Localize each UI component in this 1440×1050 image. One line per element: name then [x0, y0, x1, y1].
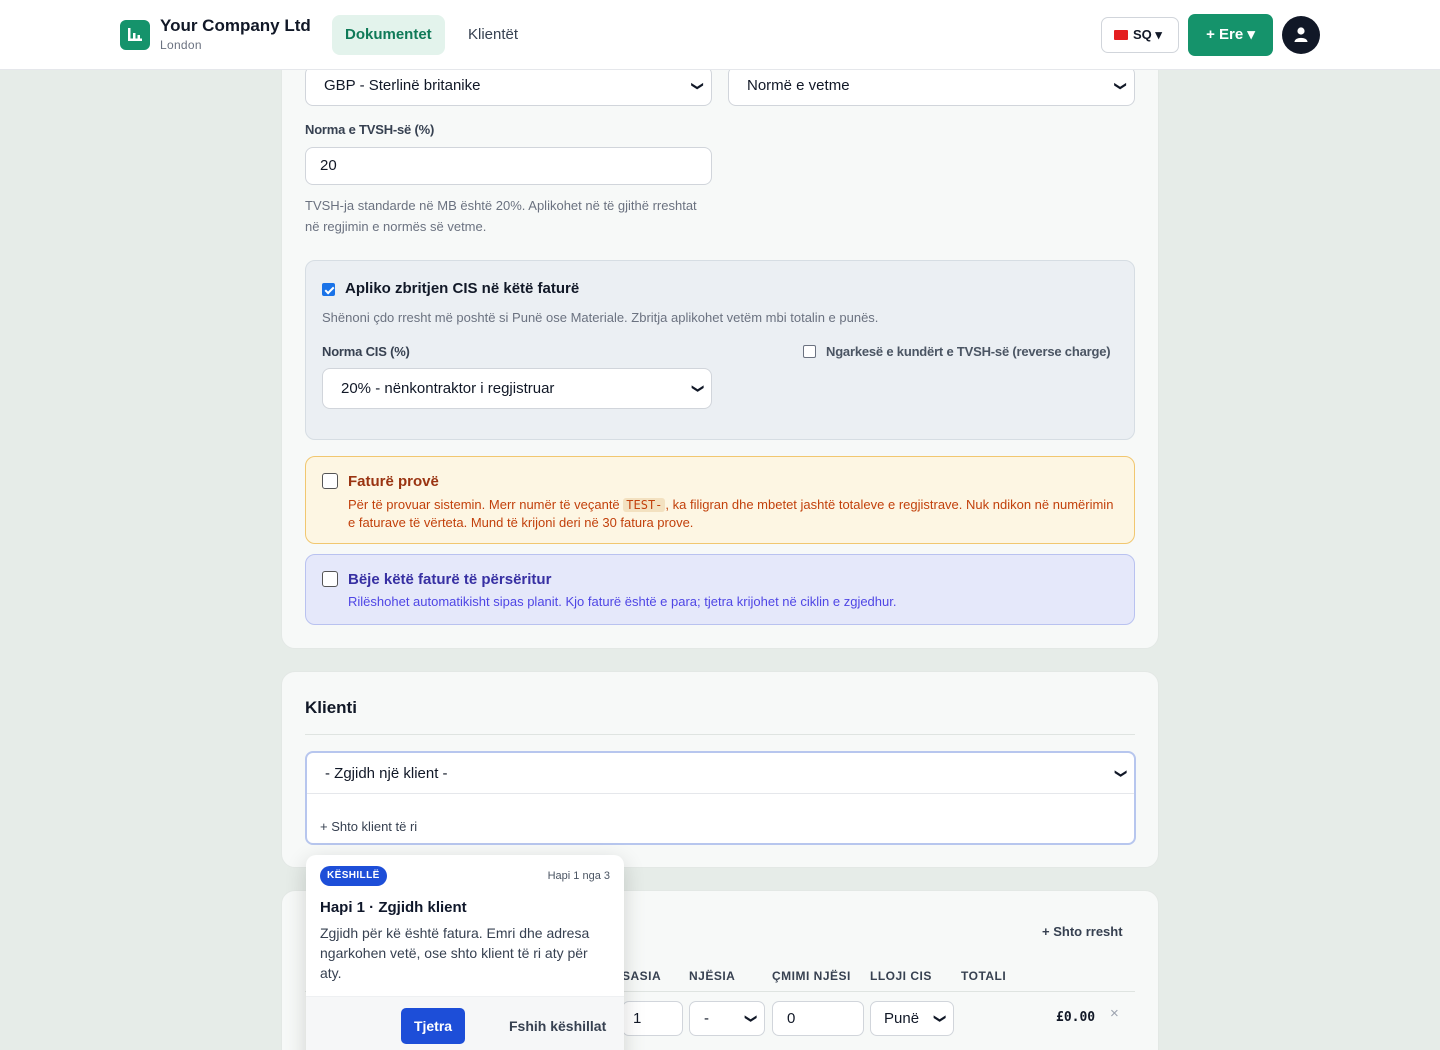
column-unit-price: ÇMIMI NJËSI [772, 969, 851, 983]
cis-title: Apliko zbritjen CIS në këtë faturë [345, 280, 580, 297]
test-invoice-title: Faturë provë [348, 473, 439, 490]
reverse-charge-checkbox[interactable] [803, 345, 816, 358]
cis-type-select[interactable]: Punë ❯ [870, 1001, 954, 1036]
column-quantity: SASIA [622, 969, 662, 983]
reverse-charge-label: Ngarkesë e kundërt e TVSH-së (reverse ch… [826, 344, 1111, 359]
client-select[interactable]: - Zgjidh një klient - ❯ [307, 753, 1134, 794]
new-document-button[interactable]: + Ere ▾ [1188, 14, 1273, 56]
vat-mode-value: Normë e vetme [747, 77, 850, 94]
test-prefix-code: TEST- [623, 498, 666, 512]
test-invoice-checkbox[interactable] [322, 473, 338, 489]
chevron-down-icon: ❯ [690, 80, 705, 92]
currency-select[interactable]: GBP - Sterlinë britanike ❯ [305, 66, 712, 106]
top-bar: Your Company Ltd London Dokumentet Klien… [0, 0, 1440, 70]
cis-checkbox[interactable] [322, 283, 335, 296]
client-section-title: Klienti [305, 698, 357, 717]
recurring-section [305, 554, 1135, 625]
vat-hint-line2: në regjimin e normës së vetme. [305, 219, 487, 234]
company-name: Your Company Ltd [160, 16, 311, 35]
chevron-down-icon: ❯ [1113, 80, 1128, 92]
column-total: TOTALI [961, 969, 1007, 983]
tip-badge: KËSHILLË [320, 866, 387, 886]
nav-tab-documents[interactable]: Dokumentet [332, 15, 445, 55]
recurring-description: Rilëshohet automatikisht sipas planit. K… [348, 594, 897, 609]
onboarding-tooltip: KËSHILLË Hapi 1 nga 3 Hapi 1 · Zgjidh kl… [306, 855, 624, 1050]
cis-rate-label: Norma CIS (%) [322, 344, 410, 359]
tip-next-button[interactable]: Tjetra [401, 1008, 465, 1044]
albania-flag-icon [1114, 30, 1128, 40]
language-label: SQ ▾ [1133, 27, 1162, 42]
vat-hint: TVSH-ja standarde në MB është 20%. Aplik… [305, 195, 697, 237]
cis-type-value: Punë [884, 1010, 920, 1027]
recurring-checkbox[interactable] [322, 571, 338, 587]
company-city: London [160, 38, 202, 52]
vat-rate-label: Norma e TVSH-së (%) [305, 122, 435, 137]
cis-rate-select[interactable]: 20% - nënkontraktor i regjistruar ❯ [322, 368, 712, 409]
column-cis-type: LLOJI CIS [870, 969, 932, 983]
unit-value: - [704, 1010, 709, 1027]
client-divider [305, 734, 1135, 735]
vat-rate-input[interactable]: 20 [305, 147, 712, 185]
column-unit: NJËSIA [689, 969, 736, 983]
tip-footer: Tjetra Fshih këshillat [306, 996, 624, 1050]
user-avatar[interactable] [1282, 16, 1320, 54]
unit-select[interactable]: - ❯ [689, 1001, 765, 1036]
vat-hint-line1: TVSH-ja standarde në MB është 20%. Aplik… [305, 198, 697, 213]
cis-hint: Shënoni çdo rresht më poshtë si Punë ose… [322, 310, 879, 325]
add-client-link[interactable]: + Shto klient të ri [320, 819, 417, 834]
tip-body: Zgjidh për kë është fatura. Emri dhe adr… [320, 925, 590, 981]
cis-rate-value: 20% - nënkontraktor i regjistruar [341, 380, 555, 397]
chevron-down-icon: ❯ [1114, 768, 1129, 779]
quantity-input[interactable]: 1 [622, 1001, 683, 1036]
vat-mode-select[interactable]: Normë e vetme ❯ [728, 66, 1135, 106]
chevron-down-icon: ❯ [744, 1013, 759, 1024]
unit-price-input[interactable]: 0 [772, 1001, 864, 1036]
client-select-dropdown[interactable]: - Zgjidh një klient - ❯ + Shto klient të… [305, 751, 1136, 845]
user-icon [1294, 27, 1308, 42]
tip-title: Hapi 1 · Zgjidh klient [320, 899, 467, 916]
add-row-button[interactable]: + Shto rresht [1042, 924, 1123, 939]
recurring-title: Bëje këtë faturë të përsëritur [348, 571, 552, 588]
language-selector[interactable]: SQ ▾ [1101, 17, 1179, 53]
test-desc-part2: , ka filigran dhe mbetet jashtë totaleve… [665, 497, 1114, 512]
test-desc-part1: Për të provuar sistemin. Merr numër të v… [348, 497, 624, 512]
nav-tab-clients[interactable]: Klientët [455, 15, 531, 55]
test-desc-line2: e faturave të vërteta. Mund të krijoni d… [348, 515, 694, 530]
company-info: Your Company Ltd London [160, 16, 311, 52]
remove-row-icon[interactable]: × [1110, 1005, 1119, 1022]
chevron-down-icon: ❯ [933, 1013, 948, 1024]
chevron-down-icon: ❯ [691, 383, 706, 394]
tip-hide-button[interactable]: Fshih këshillat [509, 1018, 606, 1034]
client-select-placeholder: - Zgjidh një klient - [325, 765, 448, 782]
test-invoice-description: Për të provuar sistemin. Merr numër të v… [348, 496, 1123, 531]
tip-step-counter: Hapi 1 nga 3 [547, 870, 610, 882]
bar-chart-icon[interactable] [120, 20, 150, 50]
row-total: £0.00 [1056, 1010, 1096, 1025]
currency-value: GBP - Sterlinë britanike [324, 77, 481, 94]
